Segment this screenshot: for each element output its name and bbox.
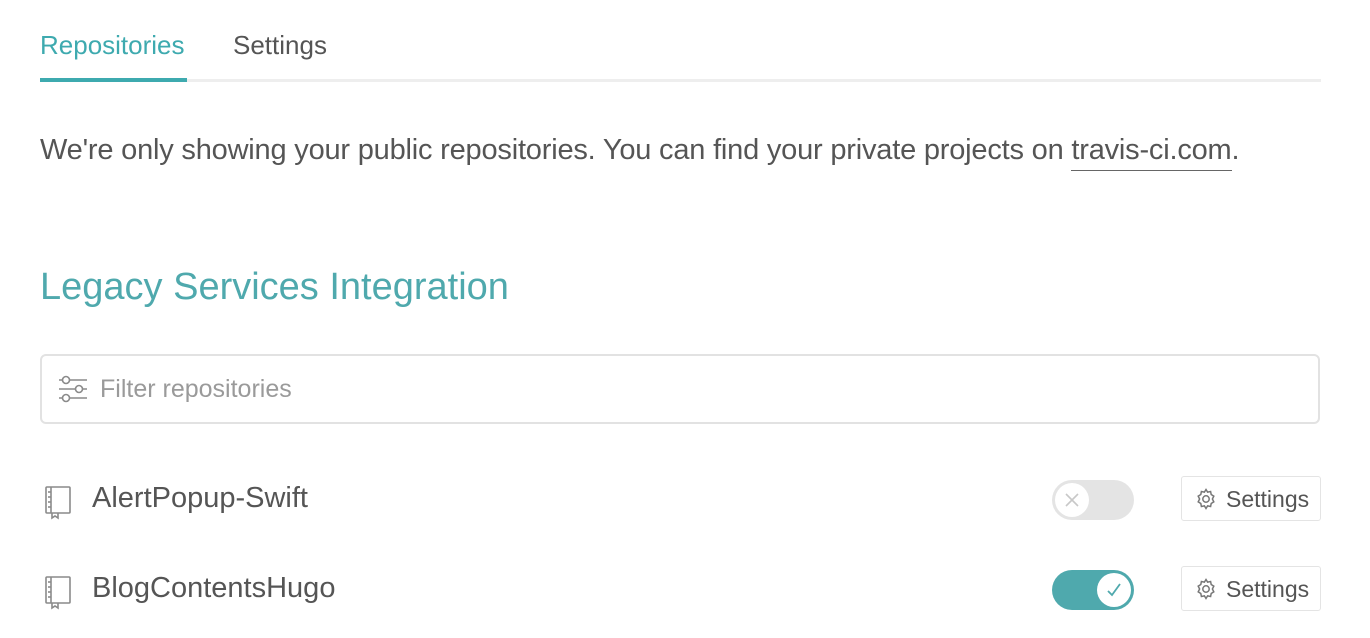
repo-settings-button[interactable]: Settings	[1181, 566, 1321, 611]
tab-bar: Repositories Settings	[40, 0, 1321, 82]
filter-box	[40, 354, 1320, 424]
travis-ci-com-link[interactable]: travis-ci.com	[1071, 134, 1232, 171]
filter-repositories-input[interactable]	[100, 368, 1300, 410]
repo-book-icon	[45, 486, 71, 520]
repo-settings-button[interactable]: Settings	[1181, 476, 1321, 521]
repo-name[interactable]: BlogContentsHugo	[92, 572, 335, 605]
repo-row: BlogContentsHugo Settings	[40, 566, 1321, 626]
tab-settings[interactable]: Settings	[233, 30, 327, 82]
settings-label: Settings	[1226, 486, 1310, 512]
gear-icon	[1197, 488, 1215, 510]
repo-name[interactable]: AlertPopup-Swift	[92, 482, 308, 515]
notice-suffix: .	[1231, 134, 1240, 166]
public-repos-notice: We're only showing your public repositor…	[40, 134, 1240, 171]
org-title: Legacy Services Integration	[40, 266, 509, 308]
notice-text: We're only showing your public repositor…	[40, 134, 1072, 166]
sliders-icon	[59, 375, 87, 403]
tab-repositories[interactable]: Repositories	[40, 30, 187, 82]
settings-label: Settings	[1226, 576, 1310, 602]
repo-toggle-off[interactable]	[1052, 480, 1134, 520]
toggle-knob	[1055, 483, 1089, 517]
gear-icon	[1197, 578, 1215, 600]
repo-book-icon	[45, 576, 71, 610]
toggle-knob	[1097, 573, 1131, 607]
check-icon	[1107, 583, 1121, 597]
repo-row: AlertPopup-Swift Settings	[40, 476, 1321, 536]
close-icon	[1065, 493, 1079, 507]
repo-toggle-on[interactable]	[1052, 570, 1134, 610]
